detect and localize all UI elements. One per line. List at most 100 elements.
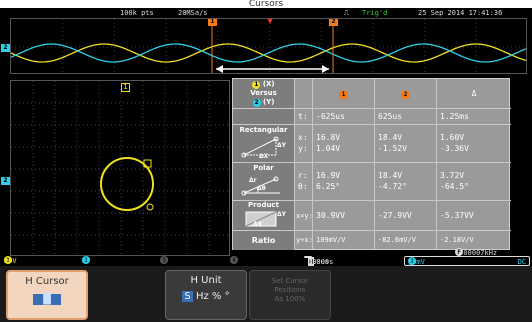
trigger-status-box[interactable]: 2 ⨍ 80mV DC xyxy=(404,256,530,266)
polar-delta: 3.72V -64.5° xyxy=(437,163,511,200)
table-header-row: 1 (X) Versus 2 (Y) 1 2 Δ xyxy=(233,79,511,109)
polar-labels: r: θ: xyxy=(295,163,313,200)
polar-theta-cursor2: -4.72° xyxy=(378,182,407,191)
ch1-scale: 20V xyxy=(4,257,17,265)
x-axis-label: (X) xyxy=(262,80,275,88)
date-time: 25 Sep 2014 17:41:36 xyxy=(418,9,503,17)
time-cursor1: -625us xyxy=(313,109,375,124)
rectangular-title: Rectangular xyxy=(239,126,288,134)
top-status-bar: 100k pts 20MSa/s ⎍ Trig'd 25 Sep 2014 17… xyxy=(0,8,532,18)
polar-theta-delta: -64.5° xyxy=(440,182,469,191)
ratio-cursor1: 109mV/V xyxy=(313,231,375,250)
ratio-cursor2: -82.6mV/V xyxy=(375,231,437,250)
product-cursor2: -27.9VV xyxy=(375,201,437,230)
ratio-title: Ratio xyxy=(233,231,295,250)
delta-header: Δ xyxy=(471,89,477,98)
h-unit-label: H Unit xyxy=(190,275,222,286)
rect-y-cursor1: 1.04V xyxy=(316,144,341,153)
product-row: Product ΔY ΔX x×y: 30.9VV -27.9VV -5.37V… xyxy=(233,201,511,231)
xy-cursor-table: 1 (X) Versus 2 (Y) 1 2 Δ t: -625us 625us… xyxy=(232,78,511,250)
rect-dy-label: ΔY xyxy=(277,142,286,149)
cursor1-header: 1 xyxy=(313,79,375,108)
time-label: t: xyxy=(295,109,313,124)
h-cursor-label: H Cursor xyxy=(25,276,69,287)
cursor2-marker[interactable]: 2 xyxy=(329,19,338,26)
polar-row: Polar Δr Δθ r: θ: 16.9V 6.25° 18.4V -4.7… xyxy=(233,163,511,201)
cursor-span-arrow-right xyxy=(322,65,329,73)
trigger-edge-icon: ⎍ xyxy=(344,9,349,17)
polar-r-label: r: xyxy=(298,171,308,180)
y-axis-label: (Y) xyxy=(262,98,275,106)
cursor2-header-badge: 2 xyxy=(401,91,410,99)
rectangular-row: Rectangular ΔX ΔY x: y: 16.8V 1.04V 18.4… xyxy=(233,125,511,163)
product-label: x×y: xyxy=(295,201,313,230)
rect-cursor2: 18.4V -1.52V xyxy=(375,125,437,162)
product-head: Product ΔY ΔX xyxy=(233,201,295,230)
waveform-plot xyxy=(11,19,526,73)
rect-x-delta: 1.60V xyxy=(440,133,465,142)
xy-display: 1 xyxy=(10,80,230,256)
polar-dr-label: Δr xyxy=(249,177,257,184)
ratio-label: y÷x: xyxy=(295,231,313,250)
trigger-status: Trig'd xyxy=(362,9,388,17)
polar-cursor2: 18.4V -4.72° xyxy=(375,163,437,200)
product-title: Product xyxy=(248,201,279,209)
xy-cursor2-dot xyxy=(146,203,154,211)
sample-rate: 20MSa/s xyxy=(178,9,208,17)
polar-r-delta: 3.72V xyxy=(440,171,465,180)
xy-lissajous-circle xyxy=(100,157,154,211)
ch3-scale: 1V xyxy=(160,257,169,265)
product-dy-label: ΔY xyxy=(277,211,286,218)
rect-delta: 1.60V -3.36V xyxy=(437,125,511,162)
ch4-scale: 1V xyxy=(230,257,239,265)
waveform-window: 1 2 ▼ xyxy=(10,18,527,74)
ch2-level-marker-top[interactable]: 2 xyxy=(1,44,10,52)
set-cursor-line3: As 100% xyxy=(274,295,306,303)
xy-versus-header: 1 (X) Versus 2 (Y) xyxy=(233,79,295,108)
product-cursor1: 30.9VV xyxy=(313,201,375,230)
h-unit-seconds: S xyxy=(182,291,193,302)
cursor1-header-badge: 1 xyxy=(339,91,348,99)
h-unit-other-options: Hz % ° xyxy=(195,291,230,302)
polar-theta-label: θ: xyxy=(298,182,308,191)
ch2-badge: 2 xyxy=(252,99,261,107)
polar-r-cursor1: 16.9V xyxy=(316,171,341,180)
rect-x-cursor1: 16.8V xyxy=(316,133,341,142)
polar-title: Polar xyxy=(253,164,274,172)
softkey-bar: H Cursor ▐▌ H Unit S Hz % ° Set Cursor P… xyxy=(0,266,532,322)
h-cursor-both-icon: ▐▌ xyxy=(33,294,61,305)
header-spacer xyxy=(295,79,313,108)
h-unit-softkey[interactable]: H Unit S Hz % ° xyxy=(165,270,247,320)
rect-labels: x: y: xyxy=(295,125,313,162)
set-cursor-line1: Set Cursor xyxy=(271,277,309,285)
polar-dtheta-label: Δθ xyxy=(257,185,266,192)
rectangular-head: Rectangular ΔX ΔY xyxy=(233,125,295,162)
ch1-badge: 1 xyxy=(252,81,261,89)
horizontal-status[interactable]: 500us H 0.000s xyxy=(304,256,333,267)
polar-r-cursor2: 18.4V xyxy=(378,171,403,180)
rect-cursor1: 16.8V 1.04V xyxy=(313,125,375,162)
xy-ch1-marker[interactable]: 1 xyxy=(121,83,130,92)
time-delta: 1.25ms xyxy=(440,112,469,121)
product-dx-label: ΔX xyxy=(253,221,263,228)
ch2-scale: 2V xyxy=(82,257,91,265)
product-delta: -5.37VV xyxy=(440,211,474,220)
rect-dx-label: ΔX xyxy=(259,153,269,160)
oscilloscope-screen: 100k pts 20MSa/s ⎍ Trig'd 25 Sep 2014 17… xyxy=(0,8,532,322)
polar-theta-cursor1: 6.25° xyxy=(316,182,341,191)
rect-y-label: y: xyxy=(298,144,308,153)
page-caption: Cursors xyxy=(248,0,284,8)
cursor1-marker[interactable]: 1 xyxy=(208,19,217,26)
ch2-level-marker-xy[interactable]: 2 xyxy=(1,177,10,185)
polar-cursor1: 16.9V 6.25° xyxy=(313,163,375,200)
versus-label: Versus xyxy=(250,89,277,97)
rect-y-cursor2: -1.52V xyxy=(378,144,407,153)
set-cursor-positions-softkey[interactable]: Set Cursor Positions As 100% xyxy=(249,270,331,320)
h-cursor-softkey[interactable]: H Cursor ▐▌ xyxy=(6,270,88,320)
cursor-span-arrow-left xyxy=(216,65,223,73)
polar-head: Polar Δr Δθ xyxy=(233,163,295,200)
record-length: 100k pts xyxy=(120,9,154,17)
trigger-position-marker: ▼ xyxy=(267,18,274,25)
rect-y-delta: -3.36V xyxy=(440,144,469,153)
time-cursor2: 625us xyxy=(375,109,437,124)
